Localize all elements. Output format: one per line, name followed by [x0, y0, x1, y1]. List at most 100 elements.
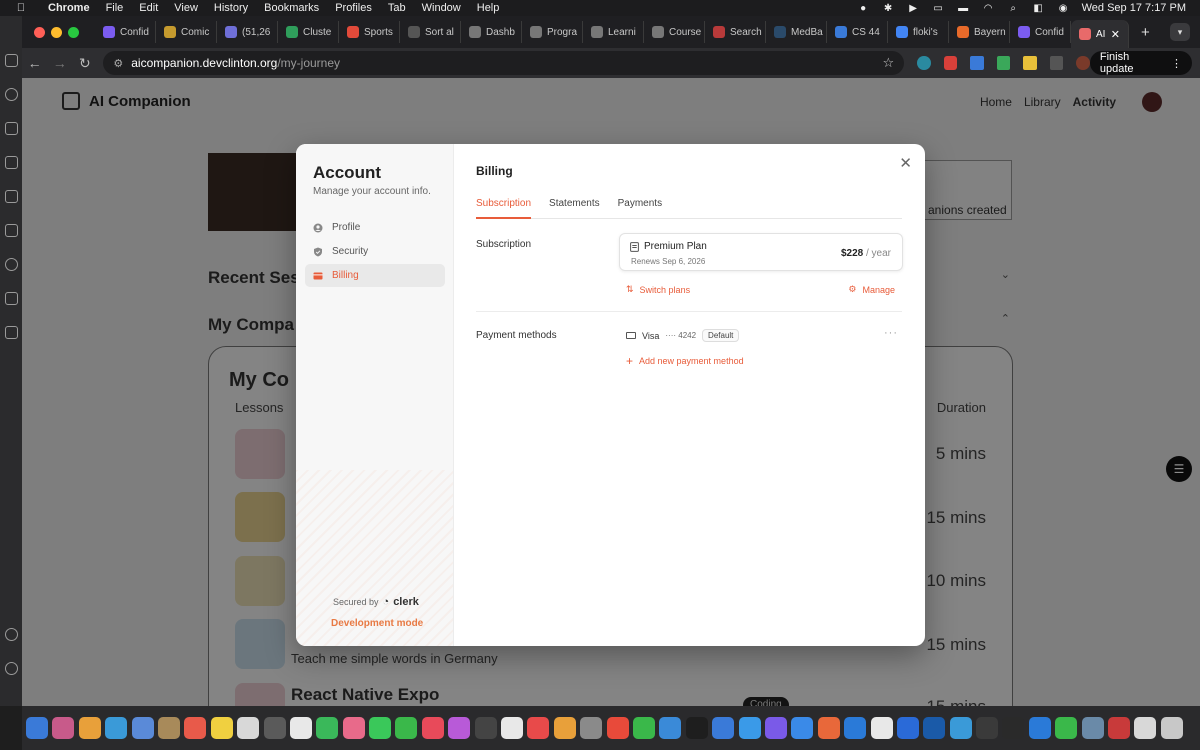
branch-icon[interactable] — [5, 122, 18, 135]
tab-statements[interactable]: Statements — [549, 193, 600, 219]
github-icon[interactable] — [5, 258, 18, 271]
tab-11[interactable]: MedBa — [766, 21, 827, 43]
apple-icon[interactable]:  — [12, 2, 30, 14]
tab-14[interactable]: Bayern — [949, 21, 1010, 43]
extension-icon[interactable] — [1023, 56, 1037, 70]
tab-active[interactable]: AI ✕ — [1071, 20, 1129, 48]
dock-app-icon[interactable] — [105, 717, 128, 739]
dock-app-icon[interactable] — [791, 717, 814, 739]
dock-app-icon[interactable] — [923, 717, 946, 739]
account-icon[interactable] — [5, 628, 18, 641]
search-icon[interactable] — [5, 88, 18, 101]
dock-app-icon[interactable] — [1055, 717, 1078, 739]
dock-app-icon[interactable] — [289, 717, 312, 739]
dock-app-icon[interactable] — [501, 717, 524, 739]
dock-app-icon[interactable] — [316, 717, 339, 739]
dock-app-icon[interactable] — [738, 717, 761, 739]
dock-app-icon[interactable] — [527, 717, 550, 739]
menu-bookmarks[interactable]: Bookmarks — [264, 2, 319, 14]
dock-app-icon[interactable] — [659, 717, 682, 739]
extensions-icon[interactable] — [5, 190, 18, 203]
nav-profile[interactable]: Profile — [305, 216, 445, 239]
menu-window[interactable]: Window — [422, 2, 461, 14]
dock-app-icon[interactable] — [52, 717, 75, 739]
dock-app-icon[interactable] — [184, 717, 207, 739]
finish-update-button[interactable]: Finish update ⋮ — [1089, 51, 1193, 75]
more-menu-icon[interactable]: ⋮ — [1171, 57, 1182, 70]
dock-app-icon[interactable] — [764, 717, 787, 739]
remote-icon[interactable] — [5, 224, 18, 237]
deploy-icon[interactable] — [5, 292, 18, 305]
tab-5[interactable]: Sort al — [400, 21, 461, 43]
dock-app-icon[interactable] — [78, 717, 101, 739]
dock-app-icon[interactable] — [817, 717, 840, 739]
tab-subscription[interactable]: Subscription — [476, 193, 532, 219]
menu-history[interactable]: History — [214, 2, 248, 14]
play-icon[interactable]: ▶ — [907, 3, 920, 14]
dock-app-icon[interactable] — [474, 717, 497, 739]
dock-app-icon[interactable] — [976, 717, 999, 739]
dock-app-icon[interactable] — [369, 717, 392, 739]
clipboard-icon[interactable]: ▭ — [932, 3, 945, 14]
dock-app-icon[interactable] — [553, 717, 576, 739]
dock-app-icon[interactable] — [712, 717, 735, 739]
tab-7[interactable]: Progra — [522, 21, 583, 43]
switch-plans-button[interactable]: ⇅ Switch plans — [626, 284, 690, 295]
menu-profiles[interactable]: Profiles — [335, 2, 372, 14]
tab-4[interactable]: Sports — [339, 21, 400, 43]
puzzle-icon[interactable] — [1049, 56, 1064, 70]
dock-app-icon[interactable] — [1002, 717, 1025, 739]
dock-app-icon[interactable] — [949, 717, 972, 739]
dock-app-icon[interactable] — [1160, 717, 1183, 739]
forward-button[interactable]: → — [47, 55, 72, 71]
dock-app-icon[interactable] — [1108, 717, 1131, 739]
menu-help[interactable]: Help — [477, 2, 500, 14]
tab-1[interactable]: Comic — [156, 21, 217, 43]
control-center-icon[interactable]: ◧ — [1032, 3, 1045, 14]
dock-app-icon[interactable] — [632, 717, 655, 739]
new-tab-button[interactable]: + — [1141, 24, 1150, 41]
bookmark-star-icon[interactable]: ☆ — [882, 55, 894, 71]
dock-app-icon[interactable] — [210, 717, 233, 739]
address-bar[interactable]: ⚙ aicompanion.devclinton.org /my-journey… — [103, 51, 905, 75]
dock-app-icon[interactable] — [1028, 717, 1051, 739]
tab-13[interactable]: floki's — [888, 21, 949, 43]
tab-15[interactable]: Confid — [1010, 21, 1071, 43]
tab-search-button[interactable]: ▾ — [1170, 23, 1190, 41]
dock-app-icon[interactable] — [870, 717, 893, 739]
tab-12[interactable]: CS 44 — [827, 21, 888, 43]
tab-10[interactable]: Search — [705, 21, 766, 43]
menubar-clock[interactable]: Wed Sep 17 7:17 PM — [1082, 2, 1186, 14]
search-icon[interactable]: ⌕ — [1007, 3, 1020, 14]
ublock-icon[interactable] — [943, 56, 958, 70]
manage-button[interactable]: ⚙ Manage — [848, 284, 895, 295]
dock-app-icon[interactable] — [395, 717, 418, 739]
panel-icon[interactable] — [5, 54, 18, 67]
tab-2[interactable]: (51,26 — [217, 21, 278, 43]
tab-9[interactable]: Course — [644, 21, 705, 43]
wifi-icon[interactable]: ◠ — [982, 3, 995, 14]
back-button[interactable]: ← — [22, 55, 47, 71]
extension-icon[interactable] — [917, 56, 931, 70]
extension-icon[interactable] — [970, 56, 984, 70]
tab-3[interactable]: Cluste — [278, 21, 339, 43]
dock-app-icon[interactable] — [844, 717, 867, 739]
tab-6[interactable]: Dashb — [461, 21, 522, 43]
dock-app-icon[interactable] — [448, 717, 471, 739]
debug-icon[interactable] — [5, 156, 18, 169]
tab-payments[interactable]: Payments — [618, 193, 662, 219]
minimize-window-button[interactable] — [51, 26, 62, 38]
gear-icon[interactable] — [5, 662, 18, 675]
dock-app-icon[interactable] — [237, 717, 260, 739]
dock-app-icon[interactable] — [1134, 717, 1157, 739]
database-icon[interactable] — [5, 326, 18, 339]
grammarly-icon[interactable]: ● — [857, 3, 870, 14]
tab-0[interactable]: Confid — [95, 21, 156, 43]
menu-app-name[interactable]: Chrome — [48, 2, 90, 14]
close-window-button[interactable] — [34, 26, 45, 38]
bluetooth-icon[interactable]: ✱ — [882, 3, 895, 14]
menu-view[interactable]: View — [174, 2, 198, 14]
add-payment-method-button[interactable]: + Add new payment method — [626, 354, 744, 368]
dock-app-icon[interactable] — [606, 717, 629, 739]
menu-edit[interactable]: Edit — [139, 2, 158, 14]
